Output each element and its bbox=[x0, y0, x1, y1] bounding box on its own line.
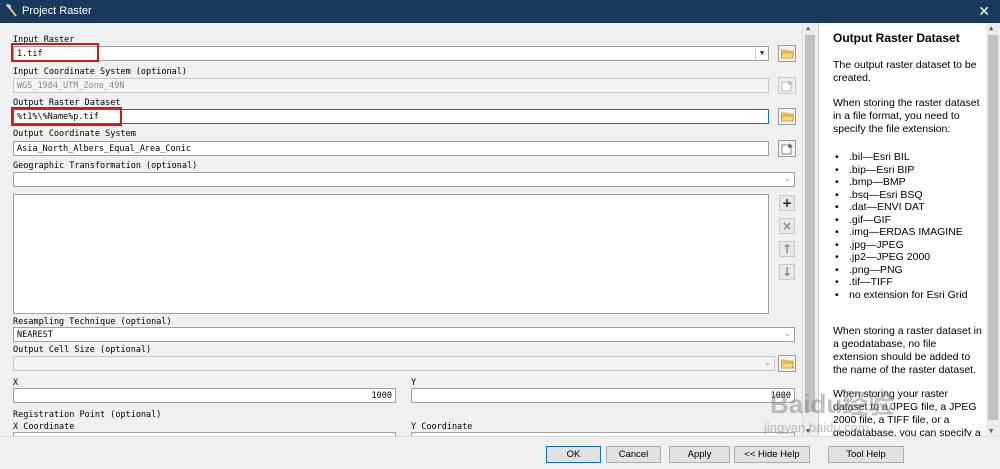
help-paragraph-2: When storing the raster dataset in a fil… bbox=[833, 97, 980, 135]
input-coord-field: WGS_1984_UTM_Zone_49N bbox=[13, 78, 769, 93]
add-icon[interactable]: + bbox=[779, 195, 795, 211]
input-coord-label: Input Coordinate System (optional) bbox=[13, 67, 187, 77]
move-down-icon[interactable]: ↓ bbox=[779, 264, 795, 280]
cancel-button[interactable]: Cancel bbox=[606, 446, 661, 463]
chevron-down-icon[interactable]: ⌵ bbox=[781, 328, 794, 341]
extension-list: .bil—Esri BIL .bip—Esri BIP .bmp—BMP .bs… bbox=[835, 151, 968, 302]
help-paragraph-3: When storing a raster dataset in a geoda… bbox=[833, 325, 982, 376]
help-scrollbar[interactable]: ▲ ▼ bbox=[986, 23, 1000, 436]
parameters-pane: Input Raster 1.tif ▼ Input Coordinate Sy… bbox=[0, 23, 818, 437]
scroll-down-icon[interactable]: ▼ bbox=[989, 427, 993, 435]
folder-open-icon bbox=[781, 49, 794, 59]
list-item: .bil—Esri BIL bbox=[835, 151, 967, 164]
hide-help-button[interactable]: << Hide Help bbox=[734, 446, 810, 463]
list-item: .tif—TIFF bbox=[835, 276, 967, 289]
help-paragraph-1: The output raster dataset to be created. bbox=[833, 59, 977, 84]
title-bar: Project Raster ✕ bbox=[0, 0, 1000, 23]
input-raster-combo[interactable]: 1.tif ▼ bbox=[13, 46, 769, 61]
y-coord-label: Y Coordinate bbox=[411, 422, 473, 432]
scroll-up-icon[interactable]: ▲ bbox=[989, 24, 993, 32]
highlight-box-output bbox=[11, 107, 122, 126]
list-item: .bsq—Esri BSQ bbox=[835, 189, 967, 202]
list-item: .dat—ENVI DAT bbox=[835, 201, 967, 214]
spatial-reference-icon bbox=[781, 143, 793, 155]
help-pane: Output Raster Dataset The output raster … bbox=[818, 23, 1000, 436]
spatial-reference-icon bbox=[781, 80, 793, 92]
output-coord-field[interactable]: Asia_North_Albers_Equal_Area_Conic bbox=[13, 141, 769, 156]
x-value: 1000 bbox=[371, 391, 392, 401]
geo-transform-label: Geographic Transformation (optional) bbox=[13, 161, 198, 171]
list-item: .bip—Esri BIP bbox=[835, 164, 967, 177]
browse-cell-size-button[interactable] bbox=[778, 355, 796, 372]
x-input[interactable]: 1000 bbox=[13, 388, 396, 403]
watermark-brand: Baidu经验 bbox=[770, 389, 895, 419]
button-bar: OK Cancel Apply << Hide Help Tool Help bbox=[0, 436, 1000, 469]
x-coord-label: X Coordinate bbox=[13, 422, 75, 432]
output-coord-properties-button[interactable] bbox=[778, 140, 796, 157]
list-item: .img—ERDAS IMAGINE bbox=[835, 226, 967, 239]
registration-label: Registration Point (optional) bbox=[13, 410, 162, 420]
scroll-up-icon[interactable]: ▲ bbox=[806, 24, 810, 32]
list-item: no extension for Esri Grid bbox=[835, 289, 968, 302]
input-coord-value: WGS_1984_UTM_Zone_49N bbox=[17, 81, 125, 91]
scroll-thumb[interactable] bbox=[988, 35, 998, 420]
y-label: Y bbox=[411, 378, 417, 388]
close-icon[interactable]: ✕ bbox=[978, 3, 990, 20]
chevron-down-icon[interactable]: ⌵ bbox=[761, 357, 774, 370]
list-item: .bmp—BMP bbox=[835, 176, 967, 189]
browse-output-button[interactable] bbox=[778, 108, 796, 125]
move-up-icon[interactable]: ↑ bbox=[779, 241, 795, 257]
output-coord-value: Asia_North_Albers_Equal_Area_Conic bbox=[17, 144, 191, 154]
list-item: .gif—GIF bbox=[835, 214, 967, 227]
folder-open-icon bbox=[781, 359, 794, 369]
watermark-url: jingyan.baidu.com bbox=[764, 420, 869, 435]
parameters-scrollbar[interactable]: ▲ ▼ bbox=[802, 23, 816, 436]
output-raster-input[interactable]: %t1%\%Name%p.tif bbox=[13, 109, 769, 124]
apply-button[interactable]: Apply bbox=[669, 446, 730, 463]
list-item: .jpg—JPEG bbox=[835, 239, 967, 252]
list-item: .jp2—JPEG 2000 bbox=[835, 251, 967, 264]
hammer-icon bbox=[6, 4, 17, 17]
y-input[interactable]: 1000 bbox=[411, 388, 795, 403]
highlight-box-input bbox=[11, 43, 99, 62]
list-item: .png—PNG bbox=[835, 264, 967, 277]
cell-size-combo[interactable]: ⌵ bbox=[13, 356, 775, 371]
cell-size-label: Output Cell Size (optional) bbox=[13, 345, 152, 355]
window-title: Project Raster bbox=[22, 5, 92, 17]
help-title: Output Raster Dataset bbox=[833, 31, 960, 45]
chevron-down-icon[interactable]: ▼ bbox=[755, 47, 768, 60]
output-coord-label: Output Coordinate System bbox=[13, 129, 136, 139]
browse-input-button[interactable] bbox=[778, 45, 796, 62]
resampling-value: NEAREST bbox=[17, 330, 53, 340]
resampling-label: Resampling Technique (optional) bbox=[13, 317, 172, 327]
x-label: X bbox=[13, 378, 19, 388]
remove-icon[interactable]: × bbox=[779, 218, 795, 234]
ok-button[interactable]: OK bbox=[546, 446, 601, 463]
chevron-down-icon[interactable]: ⌵ bbox=[781, 173, 794, 186]
tool-help-button[interactable]: Tool Help bbox=[828, 446, 904, 463]
scroll-thumb[interactable] bbox=[805, 35, 815, 412]
resampling-combo[interactable]: NEAREST ⌵ bbox=[13, 327, 795, 342]
input-coord-properties-button bbox=[778, 77, 796, 94]
transformation-list[interactable] bbox=[13, 194, 769, 314]
geo-transform-combo[interactable]: ⌵ bbox=[13, 172, 795, 187]
folder-open-icon bbox=[781, 112, 794, 122]
